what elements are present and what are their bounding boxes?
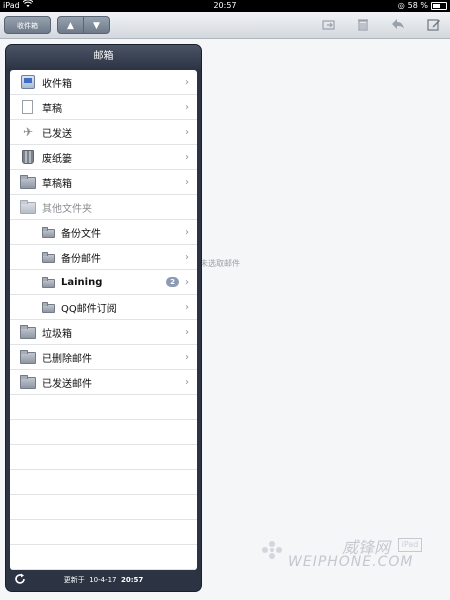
chevron-right-icon: ›	[185, 376, 189, 388]
mailbox-item-label: 已发送	[42, 128, 72, 140]
mailbox-item-label: 其他文件夹	[42, 203, 92, 215]
clock: 20:57	[213, 1, 237, 10]
empty-row	[10, 420, 197, 445]
mailbox-item-qq-subscription[interactable]: QQ邮件订阅 ›	[10, 295, 197, 320]
mailbox-item-label: 收件箱	[42, 78, 72, 90]
folder-icon	[42, 226, 55, 238]
chevron-right-icon: ›	[185, 351, 189, 363]
watermark-en: WEIPHONE.COM	[288, 554, 414, 570]
mailbox-item-label: Laining	[61, 276, 103, 288]
folder-icon	[20, 175, 36, 189]
draft-icon	[20, 100, 36, 114]
updated-time: 20:57	[120, 576, 144, 584]
mailbox-item-label: 垃圾箱	[42, 328, 72, 340]
mailbox-popover: 邮箱 收件箱 › 草稿 › ✈ 已发送 › 废纸篓 › 草稿箱 › 其他文件夹 …	[5, 44, 202, 592]
next-message-button[interactable]: ▼	[83, 17, 109, 33]
empty-row	[10, 470, 197, 495]
last-updated: 更新于 10-4-17 20:57	[6, 569, 201, 591]
mailbox-item-junk[interactable]: 垃圾箱 ›	[10, 320, 197, 345]
battery-percent: 58 %	[407, 1, 428, 10]
mailbox-item-label: 已删除邮件	[42, 353, 92, 365]
folder-icon	[42, 301, 55, 313]
mailbox-item-drafts[interactable]: 草稿 ›	[10, 95, 197, 120]
trash-can-icon	[20, 150, 36, 164]
mailbox-item-label: 备份邮件	[61, 253, 101, 265]
popover-footer: 更新于 10-4-17 20:57	[6, 569, 201, 591]
mailbox-item-label: 已发送邮件	[42, 378, 92, 390]
folder-icon	[20, 325, 36, 339]
folder-icon	[42, 251, 55, 263]
mailbox-item-label: 草稿	[42, 103, 62, 115]
chevron-right-icon: ›	[185, 226, 189, 238]
mailbox-item-other-folders: 其他文件夹	[10, 195, 197, 220]
updated-prefix: 更新于	[63, 576, 85, 584]
inbox-button[interactable]: 收件箱	[4, 16, 51, 34]
watermark: 威锋网 iPad WEIPHONE.COM	[258, 532, 428, 580]
chevron-right-icon: ›	[185, 301, 189, 313]
mailbox-item-backup-mail[interactable]: 备份邮件 ›	[10, 245, 197, 270]
mailbox-item-sent[interactable]: ✈ 已发送 ›	[10, 120, 197, 145]
mailbox-item-label: 备份文件	[61, 228, 101, 240]
mailbox-item-backup-files[interactable]: 备份文件 ›	[10, 220, 197, 245]
folder-move-icon[interactable]	[322, 18, 336, 32]
folder-icon	[42, 276, 55, 288]
mailbox-item-trash[interactable]: 废纸篓 ›	[10, 145, 197, 170]
folder-icon	[20, 350, 36, 364]
folder-icon	[20, 200, 36, 214]
mailbox-list: 收件箱 › 草稿 › ✈ 已发送 › 废纸篓 › 草稿箱 › 其他文件夹 备份文…	[10, 70, 197, 570]
no-mail-selected-label: 未选取邮件	[200, 259, 240, 268]
trash-icon[interactable]	[356, 18, 370, 32]
sent-icon: ✈	[22, 125, 34, 139]
status-bar: iPad 20:57 ◎ 58 %	[0, 0, 450, 12]
top-toolbar: 收件箱 ▲ ▼	[0, 12, 450, 39]
weiphone-logo	[262, 541, 282, 559]
mailbox-item-label: QQ邮件订阅	[61, 303, 117, 315]
mailbox-item-sent-mail[interactable]: 已发送邮件 ›	[10, 370, 197, 395]
mailbox-item-laining[interactable]: Laining 2 ›	[10, 270, 197, 295]
chevron-right-icon: ›	[185, 101, 189, 113]
previous-message-button[interactable]: ▲	[58, 17, 83, 33]
empty-row	[10, 445, 197, 470]
chevron-right-icon: ›	[185, 276, 189, 288]
mailbox-item-deleted[interactable]: 已删除邮件 ›	[10, 345, 197, 370]
compose-icon[interactable]	[427, 18, 441, 32]
empty-row	[10, 520, 197, 545]
chevron-right-icon: ›	[185, 151, 189, 163]
chevron-right-icon: ›	[185, 326, 189, 338]
folder-icon	[20, 375, 36, 389]
chevron-right-icon: ›	[185, 251, 189, 263]
watermark-box: iPad	[398, 538, 422, 552]
mailbox-item-label: 废纸篓	[42, 153, 72, 165]
updated-date: 10-4-17	[89, 576, 117, 584]
mailbox-item-inbox[interactable]: 收件箱 ›	[10, 70, 197, 95]
reply-icon[interactable]	[391, 18, 405, 32]
message-nav-segment: ▲ ▼	[57, 16, 110, 34]
battery-icon	[431, 2, 447, 10]
popover-title: 邮箱	[6, 45, 201, 69]
mailbox-item-draft-folder[interactable]: 草稿箱 ›	[10, 170, 197, 195]
empty-row	[10, 495, 197, 520]
empty-row	[10, 545, 197, 570]
inbox-icon	[20, 75, 36, 89]
chevron-right-icon: ›	[185, 176, 189, 188]
chevron-right-icon: ›	[185, 76, 189, 88]
chevron-right-icon: ›	[185, 126, 189, 138]
mailbox-item-label: 草稿箱	[42, 178, 72, 190]
unread-count-badge: 2	[166, 277, 179, 287]
empty-row	[10, 395, 197, 420]
lock-rotation-icon: ◎	[397, 1, 405, 10]
